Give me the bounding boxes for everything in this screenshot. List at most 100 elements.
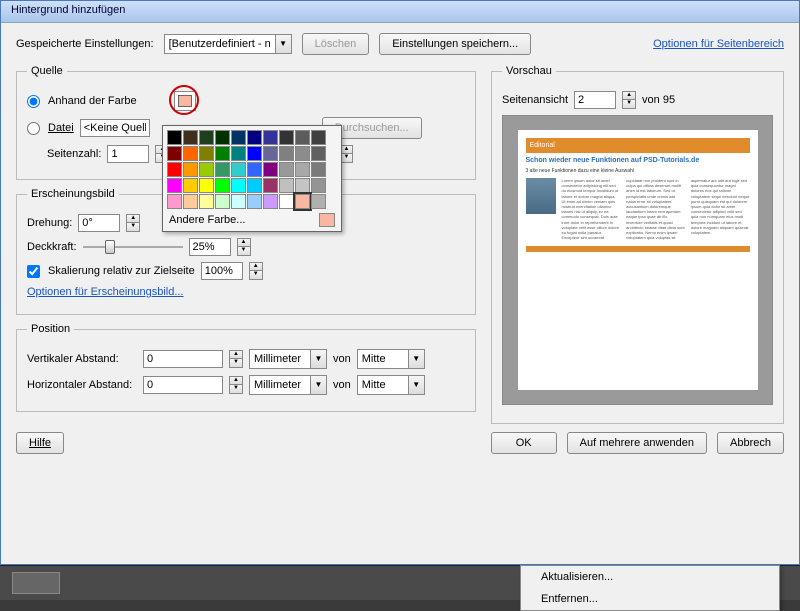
- hdist-spinner[interactable]: ▲▼: [229, 376, 243, 394]
- color-cell[interactable]: [183, 162, 198, 177]
- color-cell[interactable]: [183, 130, 198, 145]
- other-color-link[interactable]: Andere Farbe...: [169, 214, 245, 226]
- color-cell[interactable]: [167, 178, 182, 193]
- ok-button[interactable]: OK: [491, 432, 557, 454]
- vunit-combo[interactable]: ▼: [249, 349, 327, 369]
- vdist-spinner[interactable]: ▲▼: [229, 350, 243, 368]
- context-remove[interactable]: Entfernen...: [521, 588, 779, 610]
- save-settings-button[interactable]: Einstellungen speichern...: [379, 33, 531, 55]
- chevron-down-icon[interactable]: ▼: [275, 35, 291, 53]
- color-cell[interactable]: [231, 194, 246, 209]
- hdist-input[interactable]: [143, 376, 223, 394]
- color-cell[interactable]: [199, 194, 214, 209]
- color-cell[interactable]: [279, 130, 294, 145]
- color-cell[interactable]: [247, 130, 262, 145]
- apply-multiple-button[interactable]: Auf mehrere anwenden: [567, 432, 707, 454]
- color-cell[interactable]: [215, 162, 230, 177]
- vdist-input[interactable]: [143, 350, 223, 368]
- color-cell[interactable]: [199, 130, 214, 145]
- color-cell[interactable]: [215, 130, 230, 145]
- color-cell[interactable]: [231, 178, 246, 193]
- rotation-label: Drehung:: [27, 217, 72, 229]
- hunit-combo[interactable]: ▼: [249, 375, 327, 395]
- color-cell[interactable]: [295, 146, 310, 161]
- color-cell[interactable]: [167, 162, 182, 177]
- file-input[interactable]: [80, 119, 150, 137]
- color-cell[interactable]: [311, 130, 326, 145]
- color-cell[interactable]: [215, 194, 230, 209]
- color-cell[interactable]: [247, 178, 262, 193]
- color-cell[interactable]: [311, 194, 326, 209]
- color-cell[interactable]: [215, 146, 230, 161]
- by-color-radio[interactable]: [27, 95, 40, 108]
- color-cell[interactable]: [247, 194, 262, 209]
- panel-tab[interactable]: [12, 572, 60, 594]
- color-cell[interactable]: [247, 162, 262, 177]
- color-cell[interactable]: [263, 178, 278, 193]
- color-cell[interactable]: [311, 162, 326, 177]
- opacity-slider[interactable]: [83, 238, 183, 256]
- context-update[interactable]: Aktualisieren...: [521, 566, 779, 588]
- color-cell[interactable]: [311, 146, 326, 161]
- scale-spinner[interactable]: ▲▼: [249, 262, 263, 280]
- color-cell[interactable]: [167, 130, 182, 145]
- preview-legend: Vorschau: [502, 65, 556, 77]
- scale-check[interactable]: [27, 265, 40, 278]
- preset-combo[interactable]: ▼: [164, 34, 292, 54]
- color-cell[interactable]: [247, 146, 262, 161]
- color-cell[interactable]: [279, 146, 294, 161]
- color-cell[interactable]: [311, 178, 326, 193]
- opacity-input[interactable]: [189, 238, 231, 256]
- color-cell[interactable]: [183, 146, 198, 161]
- page-num-label: Seitenzahl:: [47, 148, 101, 160]
- color-cell[interactable]: [295, 130, 310, 145]
- color-cell[interactable]: [279, 162, 294, 177]
- color-cell[interactable]: [279, 178, 294, 193]
- color-cell[interactable]: [183, 178, 198, 193]
- color-cell[interactable]: [183, 194, 198, 209]
- page-view-label: Seitenansicht: [502, 94, 568, 106]
- opacity-spinner[interactable]: ▲▼: [237, 238, 251, 256]
- page-view-spinner[interactable]: ▲▼: [622, 91, 636, 109]
- preset-input[interactable]: [165, 35, 275, 53]
- scale-input[interactable]: [201, 262, 243, 280]
- color-cell[interactable]: [263, 162, 278, 177]
- color-cell[interactable]: [231, 146, 246, 161]
- color-cell[interactable]: [215, 178, 230, 193]
- color-cell[interactable]: [167, 194, 182, 209]
- photo-placeholder: [526, 178, 556, 214]
- color-cell[interactable]: [199, 178, 214, 193]
- color-cell[interactable]: [231, 162, 246, 177]
- color-cell[interactable]: [295, 194, 310, 209]
- position-group: Position Vertikaler Abstand: ▲▼ ▼ von ▼ …: [16, 323, 476, 412]
- color-cell[interactable]: [279, 194, 294, 209]
- help-button[interactable]: Hilfe: [16, 432, 64, 454]
- color-cell[interactable]: [199, 162, 214, 177]
- square-icon: [178, 95, 192, 107]
- file-label: Datei: [48, 122, 74, 134]
- page-view-input[interactable]: [574, 91, 616, 109]
- color-cell[interactable]: [263, 146, 278, 161]
- vanchor-combo[interactable]: ▼: [357, 349, 425, 369]
- color-cell[interactable]: [263, 194, 278, 209]
- color-cell[interactable]: [263, 130, 278, 145]
- appearance-options-link[interactable]: Optionen für Erscheinungsbild...: [27, 286, 184, 298]
- title-bar: Hintergrund hinzufügen: [1, 1, 799, 23]
- page-num-input[interactable]: [107, 145, 149, 163]
- color-cell[interactable]: [167, 146, 182, 161]
- vdist-label: Vertikaler Abstand:: [27, 353, 137, 365]
- color-grid[interactable]: [167, 130, 337, 209]
- color-cell[interactable]: [295, 178, 310, 193]
- color-swatch-button[interactable]: [174, 91, 196, 111]
- rotation-spinner[interactable]: ▲▼: [126, 214, 140, 232]
- file-radio[interactable]: [27, 122, 40, 135]
- page-options-link[interactable]: Optionen für Seitenbereich: [653, 38, 784, 50]
- color-cell[interactable]: [295, 162, 310, 177]
- hanchor-combo[interactable]: ▼: [357, 375, 425, 395]
- cancel-button[interactable]: Abbrech: [717, 432, 784, 454]
- scale-label: Skalierung relativ zur Zielseite: [48, 265, 195, 277]
- rotation-input[interactable]: [78, 214, 120, 232]
- position-legend: Position: [27, 323, 74, 335]
- color-cell[interactable]: [199, 146, 214, 161]
- color-cell[interactable]: [231, 130, 246, 145]
